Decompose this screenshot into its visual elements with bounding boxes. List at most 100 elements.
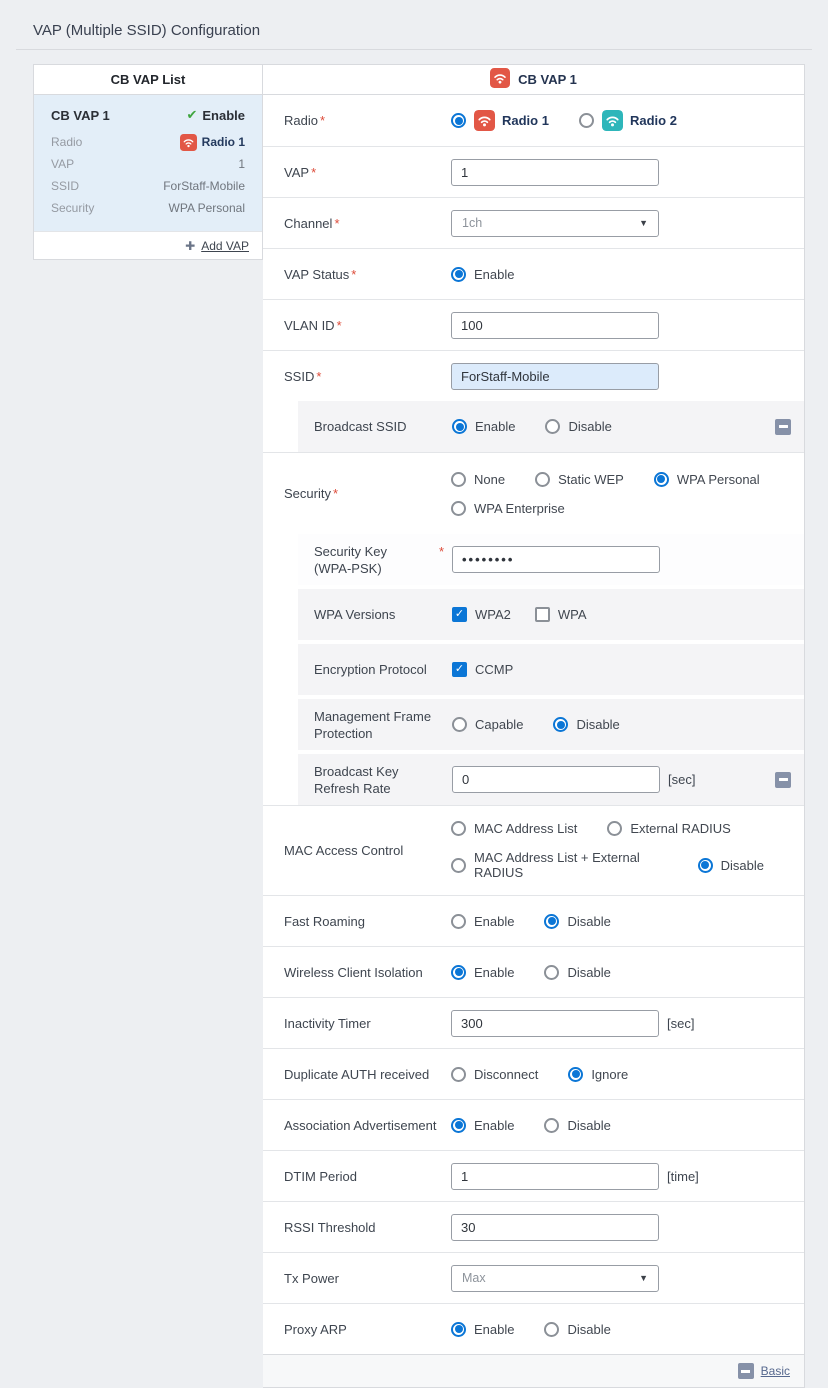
- option-disable[interactable]: Disable: [544, 965, 610, 980]
- option-label: Radio 1: [502, 113, 549, 128]
- minus-icon[interactable]: [775, 419, 791, 435]
- plus-icon: ✚: [185, 239, 195, 253]
- basic-collapse-link[interactable]: Basic: [761, 1364, 790, 1378]
- form-row-wireless-client-isolation: Wireless Client Isolation Enable Disable: [263, 946, 804, 997]
- select-value: 1ch: [462, 216, 482, 230]
- channel-select[interactable]: 1ch▼: [451, 210, 659, 237]
- option-enable[interactable]: Enable: [452, 419, 515, 434]
- option-label: Disable: [576, 717, 619, 732]
- option-wpa[interactable]: WPA: [535, 607, 587, 622]
- minus-icon[interactable]: [775, 772, 791, 788]
- add-vap-link[interactable]: Add VAP: [201, 239, 249, 253]
- option-external-radius[interactable]: External RADIUS: [607, 821, 730, 836]
- form-row-fast-roaming: Fast RoamingEnable Disable: [263, 895, 804, 946]
- option-disable[interactable]: Disable: [544, 914, 610, 929]
- option-enable[interactable]: Enable: [451, 965, 514, 980]
- radio-mac-address-list-external-radius[interactable]: [451, 858, 466, 873]
- option-enable[interactable]: Enable: [451, 914, 514, 929]
- checkbox-ccmp[interactable]: [452, 662, 467, 677]
- option-label: Disconnect: [474, 1067, 538, 1082]
- form-row-encryption-protocol: Encryption ProtocolCCMP: [298, 644, 804, 695]
- required-asterisk: *: [311, 165, 316, 180]
- vap-field-value: ForStaff-Mobile: [163, 179, 245, 193]
- option-wpa2[interactable]: WPA2: [452, 607, 511, 622]
- tx-power-select[interactable]: Max▼: [451, 1265, 659, 1292]
- option-static-wep[interactable]: Static WEP: [535, 472, 624, 487]
- field-label: Fast Roaming: [284, 913, 451, 930]
- option-enable[interactable]: Enable: [451, 267, 514, 282]
- field-label: Tx Power: [284, 1270, 451, 1287]
- option-enable[interactable]: Enable: [451, 1322, 514, 1337]
- radio-disable[interactable]: [553, 717, 568, 732]
- radio-ignore[interactable]: [568, 1067, 583, 1082]
- option-capable[interactable]: Capable: [452, 717, 523, 732]
- option-disable[interactable]: Disable: [698, 858, 764, 873]
- option-label: None: [474, 472, 505, 487]
- option-disconnect[interactable]: Disconnect: [451, 1067, 538, 1082]
- field-label: Wireless Client Isolation: [284, 964, 451, 981]
- option-label: WPA Enterprise: [474, 501, 565, 516]
- option-radio-1[interactable]: Radio 1: [451, 110, 549, 131]
- radio-enable[interactable]: [451, 1118, 466, 1133]
- broadcast-key-refresh-rate-input[interactable]: [452, 766, 660, 793]
- checkbox-wpa2[interactable]: [452, 607, 467, 622]
- required-asterisk: *: [333, 486, 338, 501]
- minus-icon[interactable]: [738, 1363, 754, 1379]
- rssi-threshold-input[interactable]: [451, 1214, 659, 1241]
- checkbox-wpa[interactable]: [535, 607, 550, 622]
- radio-mac-address-list[interactable]: [451, 821, 466, 836]
- radio-disable[interactable]: [545, 419, 560, 434]
- radio-external-radius[interactable]: [607, 821, 622, 836]
- radio-wpa-personal[interactable]: [654, 472, 669, 487]
- field-label: RSSI Threshold: [284, 1219, 451, 1236]
- option-disable[interactable]: Disable: [545, 419, 611, 434]
- option-mac-address-list-external-radius[interactable]: MAC Address List + External RADIUS: [451, 850, 668, 880]
- security-key-wpa-psk-input[interactable]: [452, 546, 660, 573]
- radio-capable[interactable]: [452, 717, 467, 732]
- option-label: Enable: [474, 965, 514, 980]
- radio-disable[interactable]: [544, 914, 559, 929]
- option-wpa-enterprise[interactable]: WPA Enterprise: [451, 501, 565, 516]
- field-label: Inactivity Timer: [284, 1015, 451, 1032]
- field-label: MAC Access Control: [284, 842, 451, 859]
- option-ignore[interactable]: Ignore: [568, 1067, 628, 1082]
- radio-enable[interactable]: [451, 914, 466, 929]
- radio-wpa-enterprise[interactable]: [451, 501, 466, 516]
- option-disable[interactable]: Disable: [544, 1118, 610, 1133]
- option-ccmp[interactable]: CCMP: [452, 662, 513, 677]
- vlan-id-input[interactable]: [451, 312, 659, 339]
- vap-input[interactable]: [451, 159, 659, 186]
- dtim-period-input[interactable]: [451, 1163, 659, 1190]
- unit-suffix: [sec]: [667, 1016, 694, 1031]
- field-label: Radio*: [284, 112, 451, 129]
- field-label: VAP*: [284, 164, 451, 181]
- option-disable[interactable]: Disable: [544, 1322, 610, 1337]
- radio-enable[interactable]: [451, 965, 466, 980]
- inactivity-timer-input[interactable]: [451, 1010, 659, 1037]
- ssid-input[interactable]: [451, 363, 659, 390]
- unit-suffix: [sec]: [668, 772, 695, 787]
- option-wpa-personal[interactable]: WPA Personal: [654, 472, 760, 487]
- radio-enable[interactable]: [452, 419, 467, 434]
- radio-none[interactable]: [451, 472, 466, 487]
- radio-disable[interactable]: [544, 1118, 559, 1133]
- radio-disable[interactable]: [544, 1322, 559, 1337]
- radio-enable[interactable]: [451, 1322, 466, 1337]
- radio-static-wep[interactable]: [535, 472, 550, 487]
- vap-status-badge: ✔ Enable: [186, 107, 245, 123]
- radio-disable[interactable]: [698, 858, 713, 873]
- option-disable[interactable]: Disable: [553, 717, 619, 732]
- radio-disconnect[interactable]: [451, 1067, 466, 1082]
- vap-list-item-cb-vap-1[interactable]: CB VAP 1 ✔ Enable Radio Radio 1VAP1SSIDF…: [34, 95, 262, 231]
- option-none[interactable]: None: [451, 472, 505, 487]
- option-mac-address-list[interactable]: MAC Address List: [451, 821, 577, 836]
- radio-radio-2[interactable]: [579, 113, 594, 128]
- radio-enable[interactable]: [451, 267, 466, 282]
- option-radio-2[interactable]: Radio 2: [579, 110, 677, 131]
- radio-disable[interactable]: [544, 965, 559, 980]
- option-enable[interactable]: Enable: [451, 1118, 514, 1133]
- vap-card-name: CB VAP 1: [51, 108, 110, 123]
- radio-radio-1[interactable]: [451, 113, 466, 128]
- required-asterisk: *: [334, 216, 339, 231]
- check-icon: ✔: [186, 107, 197, 123]
